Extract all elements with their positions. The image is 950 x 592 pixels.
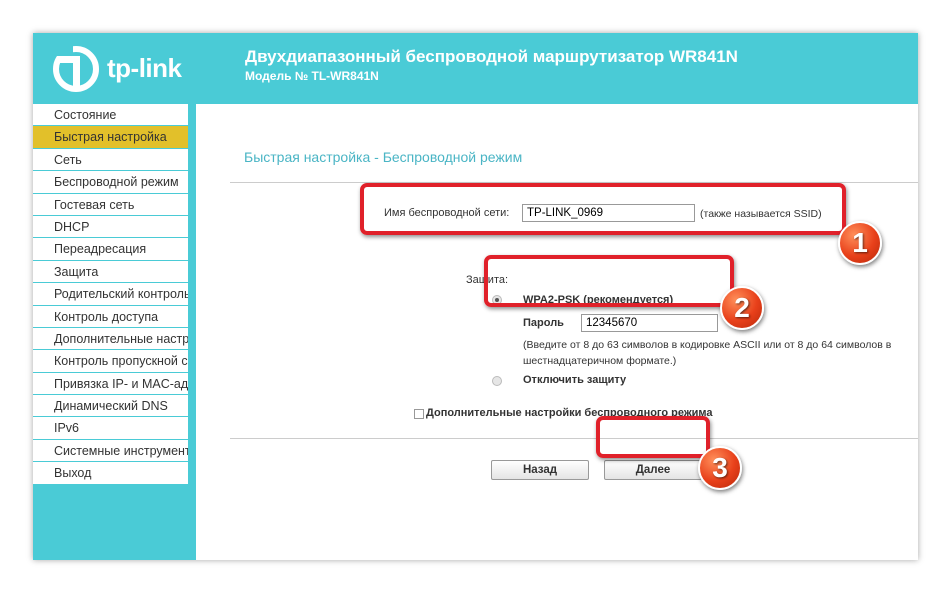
- callout-ssid: [360, 183, 846, 235]
- sidebar-item[interactable]: Родительский контроль: [33, 283, 188, 306]
- sidebar-item[interactable]: Динамический DNS: [33, 395, 188, 418]
- tp-link-logo-icon: [53, 46, 99, 92]
- device-title: Двухдиапазонный беспроводной маршрутизат…: [245, 47, 738, 66]
- sidebar-item[interactable]: Привязка IP- и MAC-адресов: [33, 372, 188, 396]
- password-input[interactable]: [581, 314, 718, 332]
- sidebar-item[interactable]: Состояние: [33, 104, 188, 127]
- sidebar-item[interactable]: Контроль пропускной способности: [33, 350, 188, 373]
- sidebar-item[interactable]: Быстрая настройка: [33, 126, 188, 149]
- advanced-settings-checkbox[interactable]: [414, 409, 424, 419]
- sidebar-item[interactable]: DHCP: [33, 215, 188, 239]
- sidebar-item[interactable]: Сеть: [33, 148, 188, 172]
- router-admin-window: tp-link Двухдиапазонный беспроводной мар…: [33, 33, 918, 560]
- sidebar-item[interactable]: Гостевая сеть: [33, 193, 188, 216]
- page-title: Быстрая настройка - Беспроводной режим: [244, 149, 523, 165]
- disable-security-label: Отключить защиту: [523, 374, 627, 386]
- header: tp-link Двухдиапазонный беспроводной мар…: [33, 33, 918, 104]
- disable-security-radio[interactable]: [492, 376, 502, 386]
- password-hint-line2: шестнадцатеричном формате.): [523, 355, 677, 367]
- password-hint-line1: (Введите от 8 до 63 символов в кодировке…: [523, 339, 892, 351]
- tp-link-logo: tp-link: [53, 46, 203, 92]
- badge-3: 3: [698, 446, 742, 490]
- badge-2: 2: [720, 286, 764, 330]
- sidebar-item[interactable]: Беспроводной режим: [33, 171, 188, 194]
- main-content: Быстрая настройка - Беспроводной режим И…: [196, 104, 918, 560]
- sidebar-item[interactable]: Дополнительные настройки маршрутизации: [33, 327, 188, 351]
- callout-password: [484, 255, 734, 307]
- sidebar-item[interactable]: IPv6: [33, 417, 188, 440]
- device-model: Модель № TL-WR841N: [245, 69, 379, 83]
- sidebar-item[interactable]: Переадресация: [33, 238, 188, 261]
- badge-1: 1: [838, 221, 882, 265]
- sidebar-item[interactable]: Контроль доступа: [33, 305, 188, 328]
- password-label: Пароль: [523, 317, 564, 329]
- sidebar-item[interactable]: Системные инструменты: [33, 439, 188, 463]
- next-button[interactable]: Далее: [604, 460, 702, 480]
- sidebar: Состояние Быстрая настройка Сеть Беспроводн…: [33, 104, 196, 560]
- back-button[interactable]: Назад: [491, 460, 589, 480]
- sidebar-item[interactable]: Защита: [33, 260, 188, 284]
- sidebar-menu: Состояние Быстрая настройка Сеть Беспроводн…: [33, 104, 188, 485]
- logo-text: tp-link: [107, 53, 182, 83]
- divider-bottom: [230, 438, 918, 439]
- sidebar-item[interactable]: Выход: [33, 462, 188, 485]
- callout-next-button: [596, 416, 710, 458]
